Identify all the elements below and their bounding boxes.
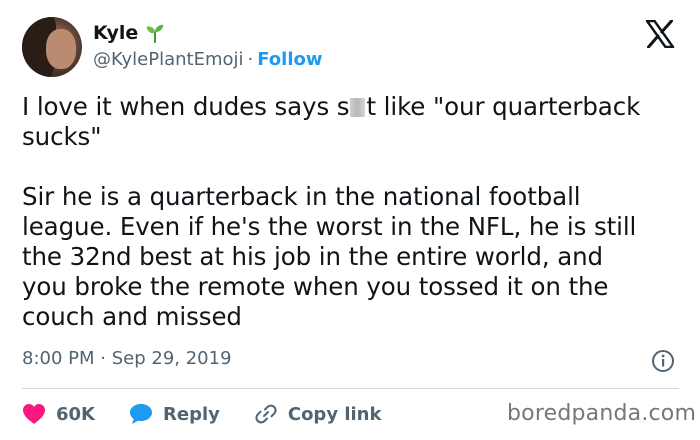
author-name[interactable]: Kyle	[93, 22, 138, 44]
reply-label: Reply	[163, 403, 220, 425]
x-logo-icon[interactable]	[645, 20, 675, 48]
handle-separator: ·	[247, 49, 254, 70]
handle-row: @KylePlantEmoji · Follow	[93, 49, 323, 70]
copy-link-button[interactable]: Copy link	[254, 402, 382, 426]
copy-link-label: Copy link	[287, 403, 382, 425]
reply-button[interactable]: Reply	[129, 403, 220, 425]
like-count: 60K	[56, 403, 95, 425]
tweet-time: 8:00 PM	[22, 348, 95, 369]
tweet-date: Sep 29, 2019	[111, 348, 232, 369]
heart-icon	[23, 404, 45, 424]
censored-word-blur	[350, 98, 366, 117]
tweet-text: I love it when dudes says st like "our q…	[22, 92, 687, 332]
tweet-text-body: Sir he is a quarterback in the national …	[22, 182, 637, 331]
info-icon[interactable]	[651, 349, 675, 373]
like-button[interactable]: 60K	[22, 403, 95, 425]
link-icon	[255, 404, 277, 424]
timestamp-separator: ·	[100, 348, 106, 369]
tweet-timestamp[interactable]: 8:00 PM · Sep 29, 2019	[22, 348, 232, 369]
watermark: boredpanda.com	[507, 401, 697, 426]
avatar[interactable]	[22, 17, 82, 77]
follow-button[interactable]: Follow	[257, 49, 322, 70]
author-name-row: Kyle	[93, 22, 166, 44]
reply-bubble-icon	[130, 404, 152, 424]
divider	[22, 388, 679, 389]
tweet-text-part1: I love it when dudes says s	[22, 92, 350, 121]
avatar-face	[46, 29, 76, 69]
seedling-icon	[147, 24, 164, 44]
action-bar: 60K Reply Copy link	[22, 400, 415, 428]
author-handle[interactable]: @KylePlantEmoji	[93, 49, 244, 70]
